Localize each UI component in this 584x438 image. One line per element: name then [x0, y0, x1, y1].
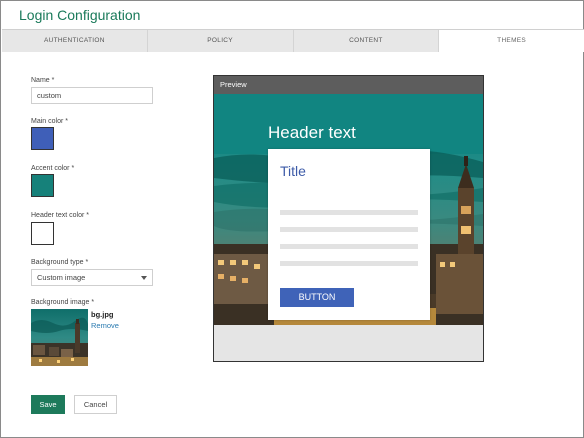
preview-background-image: Header text Title BUTTON [214, 94, 483, 325]
placeholder-line [280, 261, 418, 266]
background-type-select[interactable]: Custom image [31, 269, 153, 286]
app-title: Login Configuration [19, 7, 141, 23]
tab-authentication[interactable]: AUTHENTICATION [2, 30, 148, 52]
preview-header-text: Header text [268, 123, 356, 142]
header-text-color-label: Header text color * [31, 212, 89, 219]
tab-content[interactable]: CONTENT [293, 30, 440, 52]
accent-color-label: Accent color * [31, 165, 75, 172]
app-window: Login Configuration AUTHENTICATION POLIC… [0, 0, 584, 438]
header-text-color-swatch[interactable] [31, 222, 54, 245]
preview-button: BUTTON [280, 288, 354, 307]
preview-card-title: Title [280, 163, 306, 179]
placeholder-line [280, 227, 418, 232]
background-type-label: Background type * [31, 259, 89, 266]
background-image-label: Background image * [31, 299, 95, 306]
name-label: Name * [31, 77, 55, 84]
placeholder-line [280, 244, 418, 249]
background-type-value: Custom image [37, 273, 86, 282]
name-input[interactable]: custom [31, 87, 153, 104]
accent-color-swatch[interactable] [31, 174, 54, 197]
preview-panel: Preview Header text Title BUTTON [213, 75, 484, 362]
remove-link[interactable]: Remove [91, 321, 119, 330]
save-button[interactable]: Save [31, 395, 65, 414]
main-color-swatch[interactable] [31, 127, 54, 150]
tab-themes[interactable]: THEMES [439, 30, 584, 52]
cancel-button[interactable]: Cancel [74, 395, 117, 414]
background-image-thumbnail [31, 309, 88, 366]
chevron-down-icon [141, 276, 147, 280]
preview-bar: Preview [214, 76, 483, 94]
preview-login-card: Title BUTTON [268, 149, 430, 320]
main-color-label: Main color * [31, 118, 68, 125]
background-image-filename: bg.jpg [91, 310, 114, 319]
tab-policy[interactable]: POLICY [147, 30, 294, 52]
tab-bar: AUTHENTICATION POLICY CONTENT THEMES [2, 29, 584, 52]
placeholder-line [280, 210, 418, 215]
